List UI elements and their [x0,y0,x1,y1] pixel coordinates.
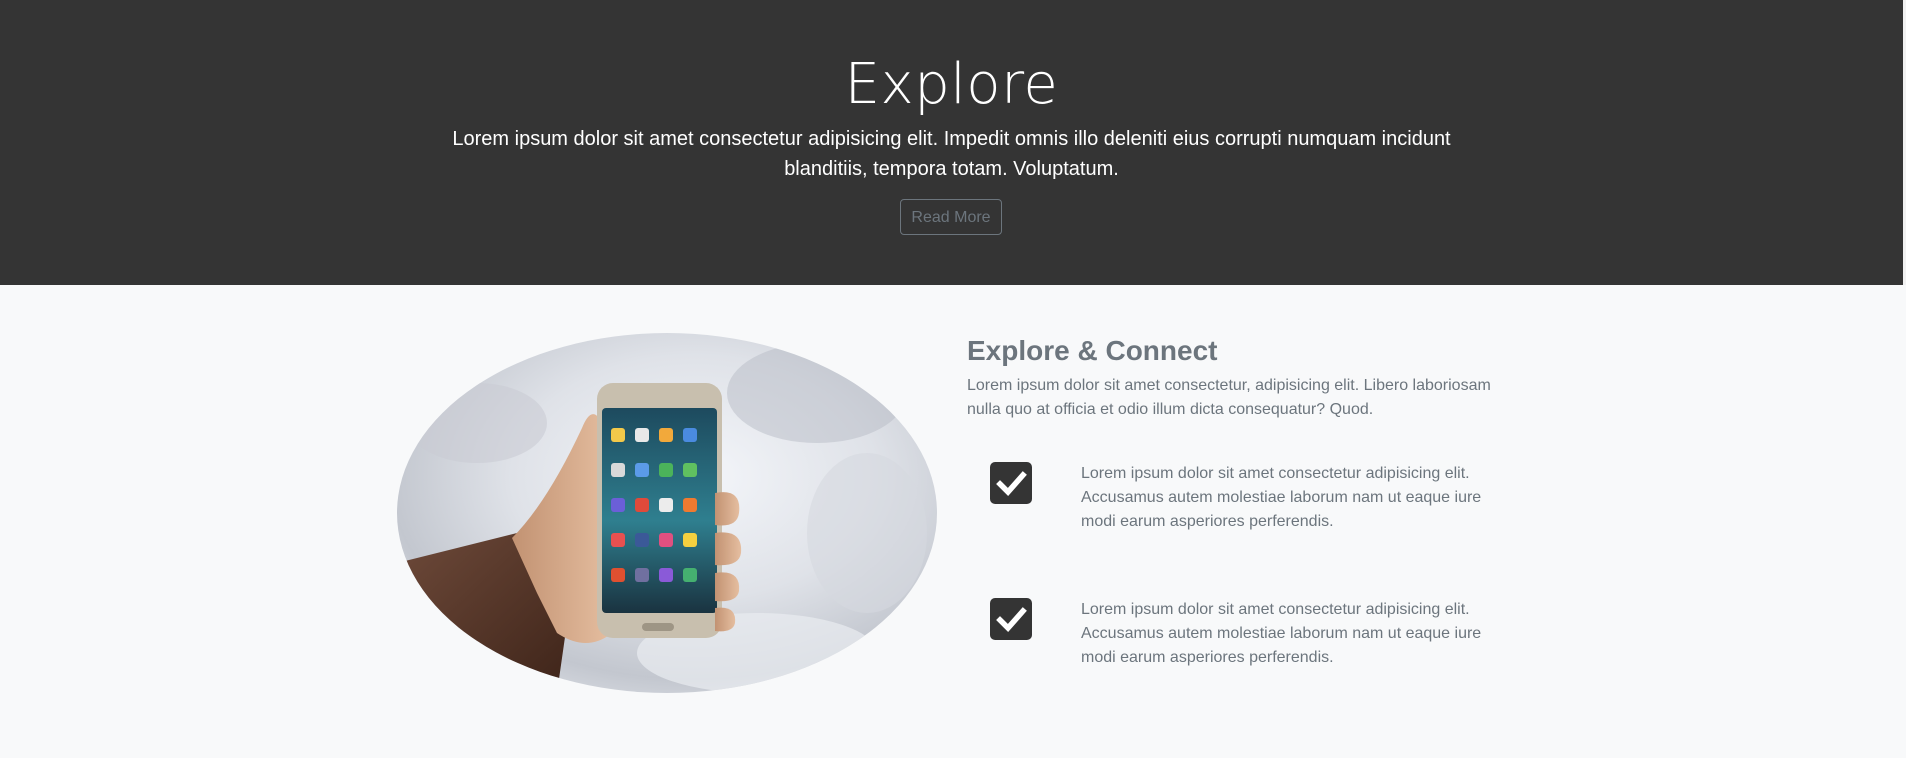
feature-item: Lorem ipsum dolor sit amet consectetur a… [990,598,1510,678]
feature-title: Explore & Connect [967,335,1218,366]
hero-title: Explore [844,52,1059,117]
read-more-button[interactable]: Read More [900,199,1002,235]
check-square-icon [990,462,1032,504]
feature-item-text: Lorem ipsum dolor sit amet consectetur a… [1081,601,1482,666]
hero-description: Lorem ipsum dolor sit amet consectetur a… [452,128,1451,180]
feature-item: Lorem ipsum dolor sit amet consectetur a… [990,462,1510,542]
feature-item-text: Lorem ipsum dolor sit amet consectetur a… [1081,465,1482,530]
feature-section: Explore & Connect Lorem ipsum dolor sit … [0,285,1906,758]
feature-lead-text: Lorem ipsum dolor sit amet consectetur, … [967,377,1491,418]
phone-in-hand-image [397,333,937,693]
page: Explore Lorem ipsum dolor sit amet conse… [0,0,1906,758]
hero-section: Explore Lorem ipsum dolor sit amet conse… [0,0,1903,285]
check-square-icon [990,598,1032,640]
